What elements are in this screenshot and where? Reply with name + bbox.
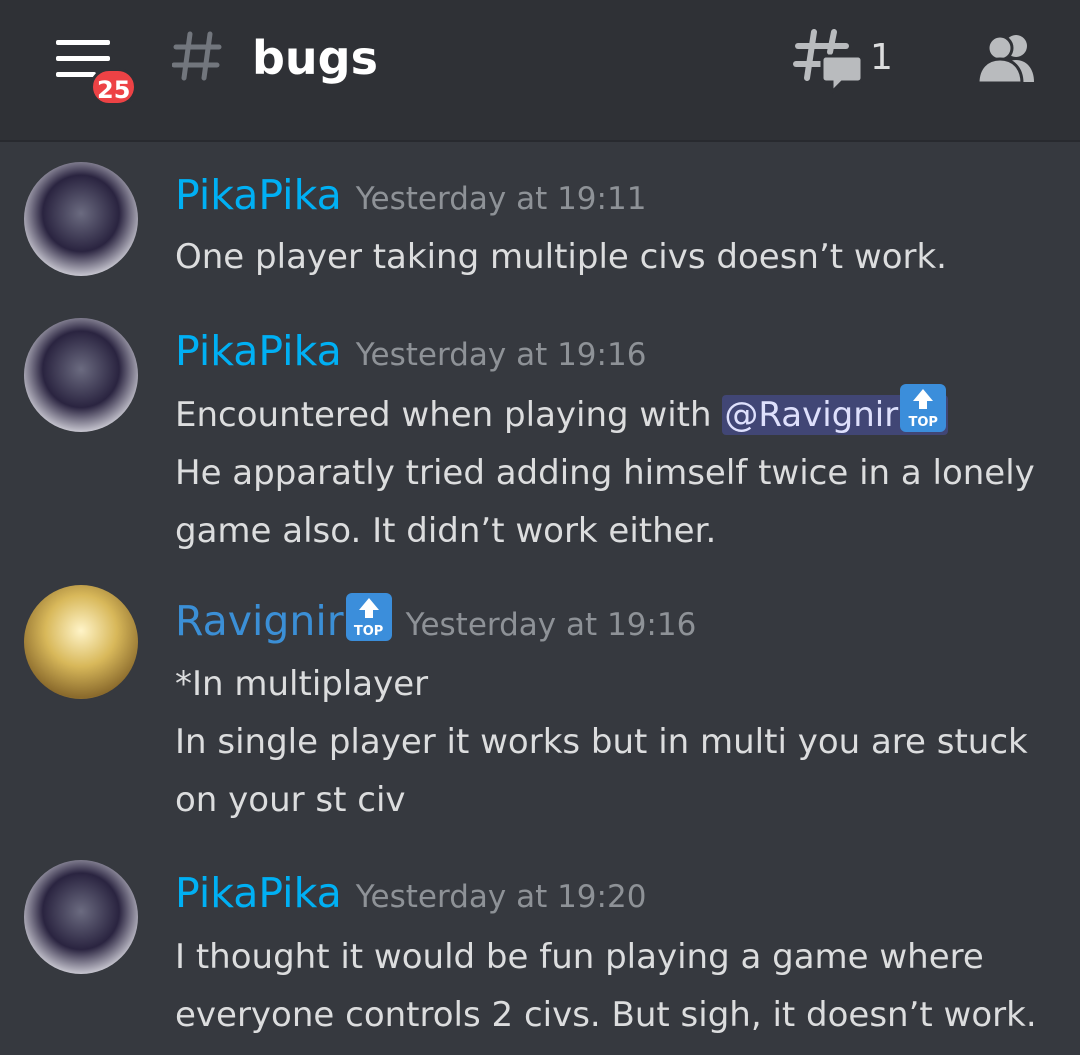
message-line: One player taking multiple civs doesn’t …	[175, 237, 947, 277]
hamburger-menu-icon	[56, 40, 110, 45]
hamburger-bar	[56, 56, 110, 61]
message-text: Encountered when playing with	[175, 395, 723, 435]
message-line: *In multiplayer	[175, 664, 429, 704]
message-line: He apparatly tried adding himself twice …	[175, 453, 1035, 493]
message-line: I thought it would be fun playing a game…	[175, 937, 984, 977]
channel-header: 25 bugs 1	[0, 0, 1080, 140]
hamburger-bar	[56, 72, 96, 77]
message-line: In single player it works but in multi y…	[175, 722, 1028, 762]
message-line: Encountered when playing with @Ravignir T…	[175, 384, 1055, 444]
username[interactable]: PikaPika	[175, 327, 342, 375]
message-line: game also. It didn’t work either.	[175, 511, 717, 551]
threads-count: 1	[870, 37, 893, 78]
threads-icon[interactable]	[792, 26, 862, 94]
avatar[interactable]	[24, 860, 138, 974]
avatar[interactable]	[24, 162, 138, 276]
user-mention[interactable]: @Ravignir TOP	[722, 384, 949, 435]
timestamp: Yesterday at 19:20	[355, 879, 647, 915]
top-arrow-emoji-icon: TOP	[345, 593, 392, 641]
username[interactable]: PikaPika	[175, 869, 342, 917]
message-line: everyone controls 2 civs. But sigh, it d…	[175, 995, 1037, 1035]
timestamp: Yesterday at 19:11	[355, 181, 647, 217]
members-icon[interactable]	[976, 32, 1040, 84]
unread-badge: 25	[90, 68, 138, 106]
channel-name: bugs	[252, 31, 378, 85]
avatar[interactable]	[24, 585, 138, 699]
top-arrow-emoji-icon: TOP	[900, 384, 947, 432]
message-content: I thought it would be fun playing a game…	[175, 928, 1055, 1044]
hamburger-menu-button[interactable]: 25	[50, 32, 138, 106]
username[interactable]: PikaPika	[175, 171, 342, 219]
username[interactable]: Ravignir	[175, 597, 344, 645]
message-content: Encountered when playing with @Ravignir T…	[175, 384, 1055, 560]
channel-hash-icon	[172, 31, 222, 81]
emoji-label: TOP	[353, 624, 384, 639]
timestamp: Yesterday at 19:16	[355, 337, 647, 373]
message-header: PikaPika Yesterday at 19:20	[175, 866, 646, 924]
timestamp: Yesterday at 19:16	[405, 607, 697, 643]
message-header: PikaPika Yesterday at 19:11	[175, 168, 646, 226]
message-line: on your st civ	[175, 780, 406, 820]
message-content: One player taking multiple civs doesn’t …	[175, 228, 1055, 286]
message-header: PikaPika Yesterday at 19:16	[175, 324, 646, 382]
mention-text: @Ravignir	[724, 395, 899, 435]
message-content: *In multiplayer In single player it work…	[175, 655, 1055, 829]
emoji-label: TOP	[908, 415, 938, 430]
avatar[interactable]	[24, 318, 138, 432]
message-header: Ravignir TOP Yesterday at 19:16	[175, 593, 696, 652]
